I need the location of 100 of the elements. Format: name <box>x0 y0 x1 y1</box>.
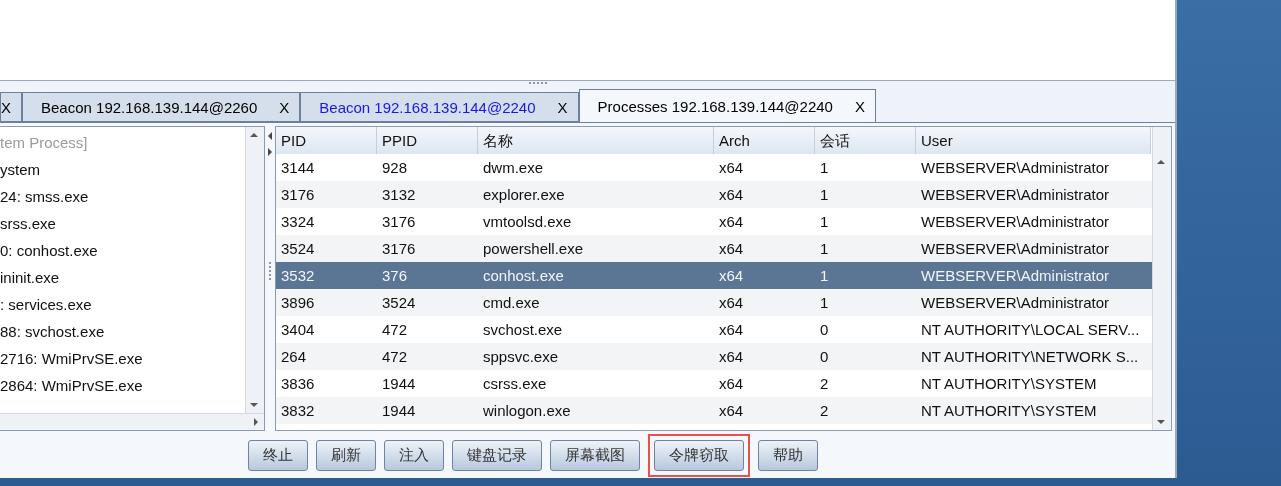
table-cell-text: NT AUTHORITY\NETWORK S... <box>920 348 1140 365</box>
table-cell-text: explorer.exe <box>482 186 566 203</box>
tab[interactable]: Processes 192.168.139.144@2240 X <box>578 89 876 122</box>
table-cell-text: 472 <box>381 321 409 338</box>
scroll-up-icon[interactable] <box>250 133 258 137</box>
table-row[interactable]: 264 472 sppsvc.exe x64 0 NT AUTHORITY\NETWORK S... <box>276 343 1152 370</box>
grip-icon[interactable] <box>527 81 548 87</box>
table-cell-text: 0 <box>819 348 830 365</box>
table-cell-text: 3176 <box>280 186 316 203</box>
scrollbar[interactable] <box>245 127 264 413</box>
table-cell-text: x64 <box>718 375 745 392</box>
tab[interactable]: X <box>0 92 22 122</box>
table-cell-text: winlogon.exe <box>482 402 572 419</box>
tree-item[interactable]: 24: smss.exe <box>0 183 245 210</box>
table-cell-text: x64 <box>718 267 745 284</box>
scroll-down-icon[interactable] <box>250 403 258 407</box>
table-cell-text: WEBSERVER\Administrator <box>920 267 1111 284</box>
tree-item[interactable]: : services.exe <box>0 291 245 318</box>
table-row[interactable]: 3832 1944 winlogon.exe x64 2 NT AUTHORITY\SYSTEM <box>276 397 1152 424</box>
table-cell-text: 1 <box>819 240 830 257</box>
action-button[interactable]: 注入 <box>384 440 444 471</box>
table-cell-text: x64 <box>718 348 745 365</box>
table-cell-text: 0 <box>819 321 830 338</box>
table-cell-text: 3896 <box>280 294 316 311</box>
table-cell-text: 1944 <box>381 375 417 392</box>
table-cell-text: 3176 <box>381 213 417 230</box>
column-header[interactable]: PID <box>276 127 377 155</box>
table-cell-text: WEBSERVER\Administrator <box>920 294 1111 311</box>
table-row[interactable]: 3532 376 conhost.exe x64 1 WEBSERVER\Administrator <box>276 262 1152 289</box>
scroll-down-icon[interactable] <box>1157 420 1165 424</box>
table-cell-text: x64 <box>718 159 745 176</box>
table-cell-text: x64 <box>718 213 745 230</box>
tab[interactable]: Beacon 192.168.139.144@2240 X <box>300 92 579 122</box>
splitter-grip-icon[interactable] <box>268 261 272 281</box>
action-button[interactable]: 令牌窃取 <box>654 440 744 471</box>
action-button[interactable]: 终止 <box>248 440 308 471</box>
table-cell-text: csrss.exe <box>482 375 548 392</box>
column-header[interactable]: User <box>916 127 1151 155</box>
scroll-right-icon[interactable] <box>254 418 258 426</box>
action-button[interactable]: 屏幕截图 <box>550 440 640 471</box>
collapse-icon[interactable] <box>267 130 273 158</box>
table-cell-text: x64 <box>718 321 745 338</box>
table-cell-text: 3132 <box>381 186 417 203</box>
table-cell-text: 264 <box>280 348 308 365</box>
table-cell-text: NT AUTHORITY\SYSTEM <box>920 375 1098 392</box>
table-row[interactable]: 3176 3132 explorer.exe x64 1 WEBSERVER\Administrator <box>276 181 1152 208</box>
close-icon[interactable]: X <box>1 98 11 116</box>
table-cell-text: 3176 <box>381 240 417 257</box>
table-cell-text: NT AUTHORITY\LOCAL SERV... <box>920 321 1141 338</box>
column-header[interactable]: 名称 <box>478 127 714 155</box>
column-header[interactable]: PPID <box>377 127 478 155</box>
close-icon[interactable]: X <box>557 98 568 116</box>
tree-item[interactable]: ininit.exe <box>0 264 245 291</box>
close-icon[interactable]: X <box>854 97 865 115</box>
table-cell-text: vmtoolsd.exe <box>482 213 573 230</box>
action-button[interactable]: 键盘记录 <box>452 440 542 471</box>
action-button[interactable]: 刷新 <box>316 440 376 471</box>
scroll-up-icon[interactable] <box>1157 160 1165 164</box>
tree-item[interactable]: ystem <box>0 156 245 183</box>
table-cell-text: 472 <box>381 348 409 365</box>
column-header[interactable]: 会话 <box>815 127 916 155</box>
table-cell-text: 3832 <box>280 402 316 419</box>
table-row[interactable]: 3896 3524 cmd.exe x64 1 WEBSERVER\Administrator <box>276 289 1152 316</box>
table-row[interactable]: 3524 3176 powershell.exe x64 1 WEBSERVER\Administrator <box>276 235 1152 262</box>
tree-item[interactable]: 88: svchost.exe <box>0 318 245 345</box>
table-cell-text: 3144 <box>280 159 316 176</box>
table-cell-text: 3524 <box>280 240 316 257</box>
table-cell-text: 3324 <box>280 213 316 230</box>
table-cell-text: dwm.exe <box>482 159 545 176</box>
table-cell-text: x64 <box>718 402 745 419</box>
table-cell-text: svchost.exe <box>482 321 564 338</box>
table-cell-text: WEBSERVER\Administrator <box>920 186 1111 203</box>
table-cell-text: sppsvc.exe <box>482 348 560 365</box>
table-cell-text: 1 <box>819 294 830 311</box>
scrollbar[interactable] <box>1152 127 1171 430</box>
table-cell-text: WEBSERVER\Administrator <box>920 213 1111 230</box>
table-cell-text: 1944 <box>381 402 417 419</box>
column-header[interactable]: Arch <box>714 127 815 155</box>
table-cell-text: 2 <box>819 375 830 392</box>
close-icon[interactable]: X <box>279 98 290 116</box>
table-cell-text: 3836 <box>280 375 316 392</box>
tree-item[interactable]: 0: conhost.exe <box>0 237 245 264</box>
table-cell-text: x64 <box>718 294 745 311</box>
tree-item[interactable]: srss.exe <box>0 210 245 237</box>
table-cell-text: 3524 <box>381 294 417 311</box>
table-cell-text: 1 <box>819 186 830 203</box>
scrollbar[interactable] <box>0 413 264 430</box>
table-cell-text: 1 <box>819 159 830 176</box>
table-cell-text: 3532 <box>280 267 316 284</box>
table-cell-text: conhost.exe <box>482 267 565 284</box>
tab[interactable]: Beacon 192.168.139.144@2260 X <box>22 92 301 122</box>
table-cell-text: cmd.exe <box>482 294 541 311</box>
table-cell-text: x64 <box>718 240 745 257</box>
action-button[interactable]: 帮助 <box>758 440 818 471</box>
table-cell-text: 1 <box>819 267 830 284</box>
table-cell-text: 928 <box>381 159 409 176</box>
table-cell-text: 2 <box>819 402 830 419</box>
tree-item[interactable]: 2716: WmiPrvSE.exe <box>0 345 245 372</box>
table-cell-text: WEBSERVER\Administrator <box>920 240 1111 257</box>
tree-item[interactable]: 2864: WmiPrvSE.exe <box>0 372 245 399</box>
